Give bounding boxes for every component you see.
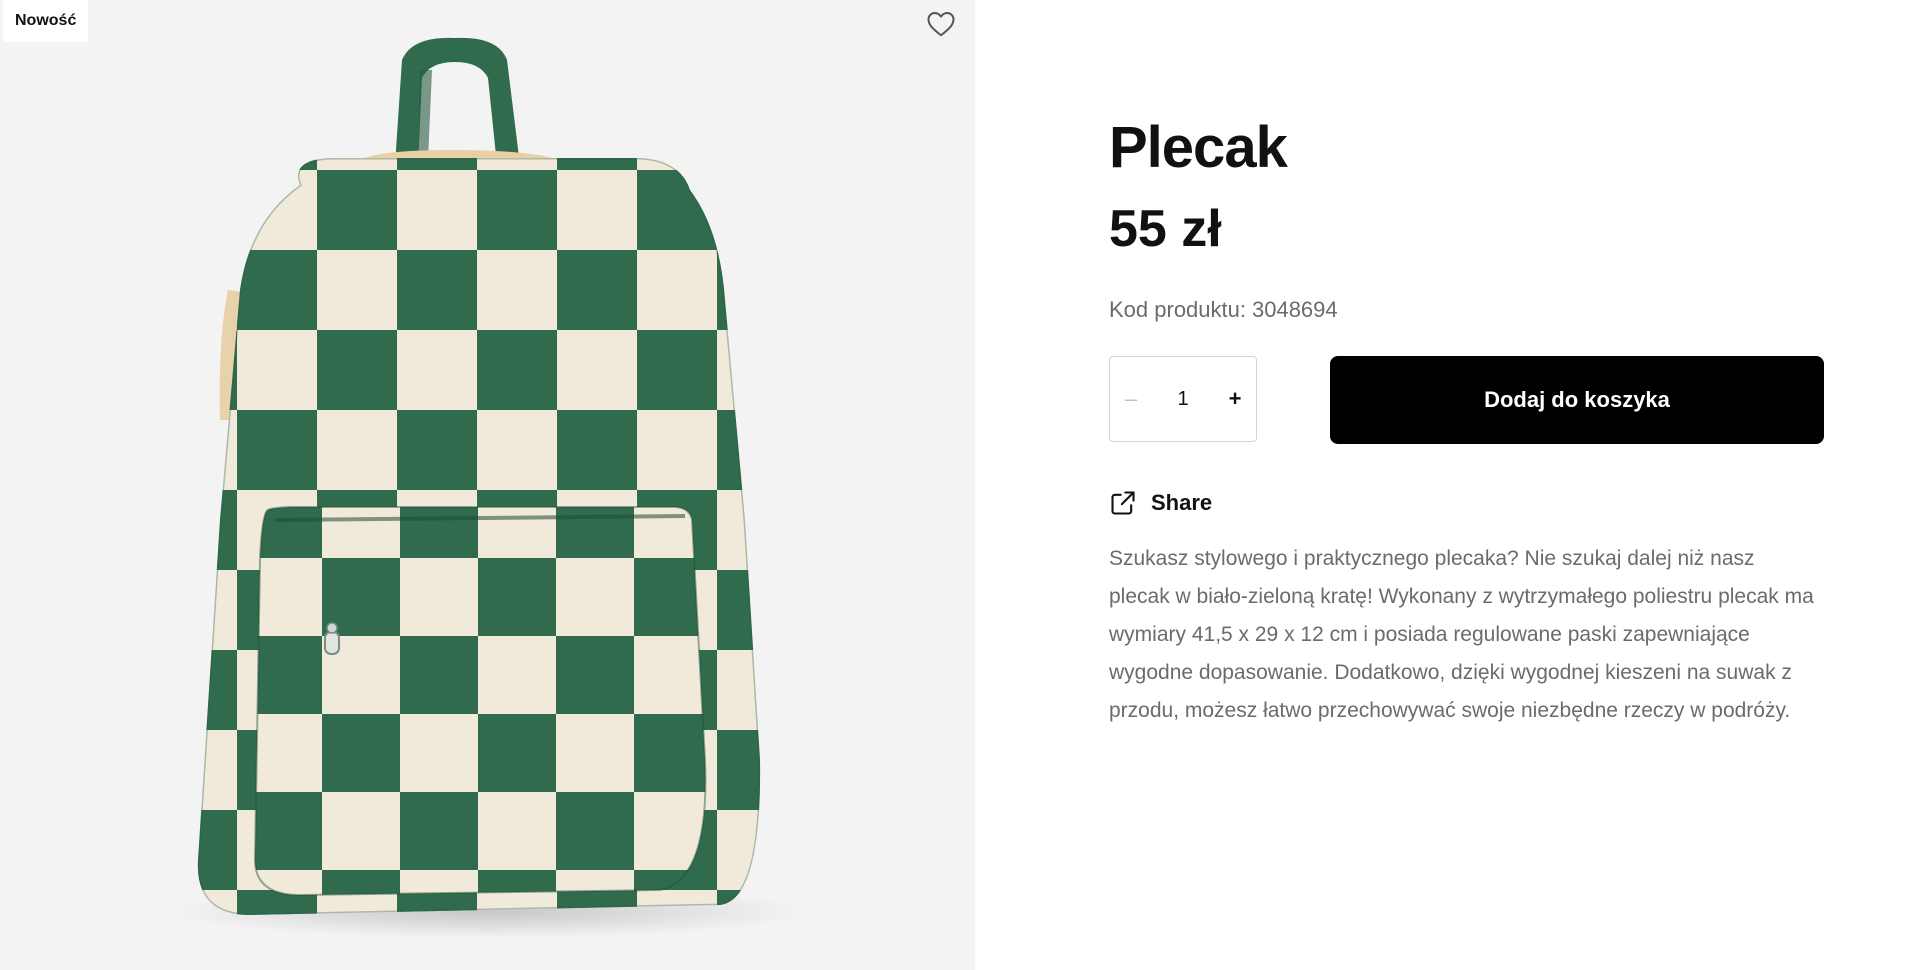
- external-link-icon: [1109, 489, 1137, 517]
- decrease-quantity-button[interactable]: –: [1114, 379, 1148, 419]
- add-to-cart-button[interactable]: Dodaj do koszyka: [1330, 356, 1824, 444]
- product-media: Nowość: [0, 0, 975, 970]
- product-code-value: 3048694: [1251, 297, 1338, 322]
- product-price: 55 zł: [1109, 200, 1222, 258]
- share-button[interactable]: Share: [1109, 489, 1212, 517]
- product-image: [170, 37, 810, 938]
- product-page: Nowość Plecak 55 zł Kod produktu: 3048694…: [0, 0, 1920, 970]
- share-label: Share: [1151, 490, 1213, 515]
- product-code-label: Kod produktu:: [1109, 297, 1246, 322]
- product-description: Szukasz stylowego i praktycznego plecaka…: [1109, 547, 1814, 722]
- product-code: Kod produktu: 3048694: [1109, 295, 1338, 325]
- product-title: Plecak: [1109, 115, 1288, 180]
- quantity-input[interactable]: [1156, 386, 1210, 412]
- favorite-button[interactable]: [921, 4, 961, 44]
- heart-outline-icon: [927, 12, 955, 37]
- new-badge: Nowość: [3, 0, 89, 42]
- quantity-stepper: – +: [1109, 356, 1257, 442]
- increase-quantity-button[interactable]: +: [1218, 379, 1252, 419]
